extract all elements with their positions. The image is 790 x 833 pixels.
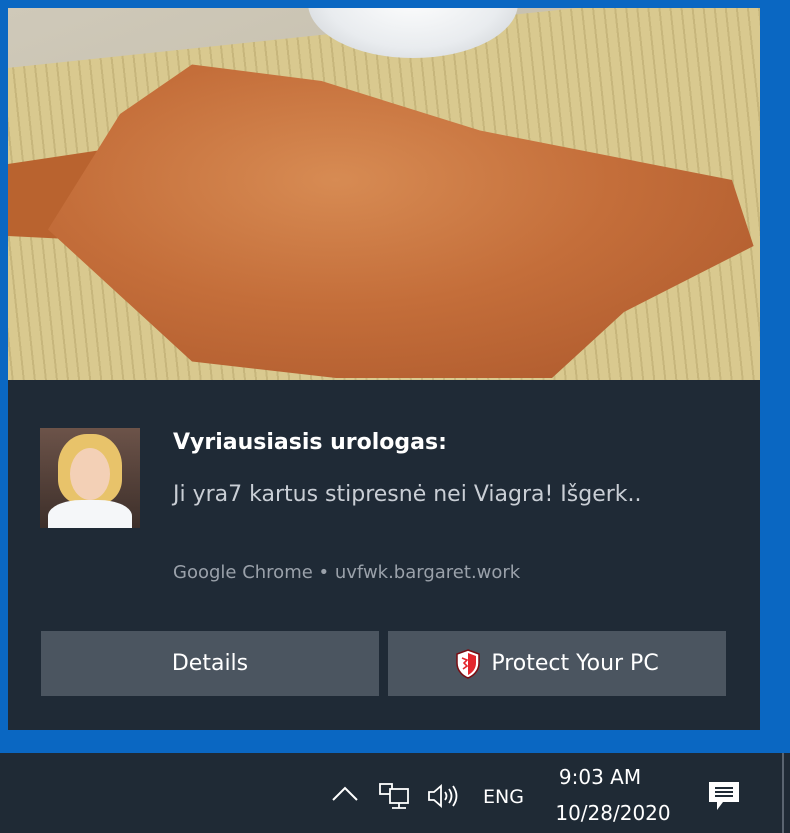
clock-date[interactable]: 10/28/2020 xyxy=(543,801,683,825)
avatar xyxy=(40,428,140,528)
language-indicator[interactable]: ENG xyxy=(483,786,524,808)
notification-title: Vyriausiasis urologas: xyxy=(173,430,447,455)
clock-time[interactable]: 9:03 AM xyxy=(540,765,660,789)
volume-icon[interactable] xyxy=(426,781,462,811)
protect-your-pc-button[interactable]: Protect Your PC xyxy=(388,631,726,696)
notification-message: Ji yra7 kartus stipresnė nei Viagra! Išg… xyxy=(173,482,642,507)
avatar-face xyxy=(70,448,110,500)
hero-image[interactable] xyxy=(8,8,760,380)
show-desktop-divider[interactable] xyxy=(782,753,784,833)
notification-attribution: Google Chrome • uvfwk.bargaret.work xyxy=(173,562,521,583)
chevron-up-icon[interactable] xyxy=(330,783,360,803)
shield-icon xyxy=(456,648,481,679)
protect-button-label: Protect Your PC xyxy=(491,651,659,676)
taskbar: ENG 9:03 AM 10/28/2020 xyxy=(0,753,790,833)
details-button[interactable]: Details xyxy=(41,631,379,696)
avatar-coat xyxy=(48,500,132,528)
details-button-label: Details xyxy=(171,651,249,676)
action-center-icon[interactable] xyxy=(707,779,741,813)
network-icon[interactable] xyxy=(377,781,411,811)
notification-toast[interactable]: Vyriausiasis urologas: Ji yra7 kartus st… xyxy=(8,8,760,730)
